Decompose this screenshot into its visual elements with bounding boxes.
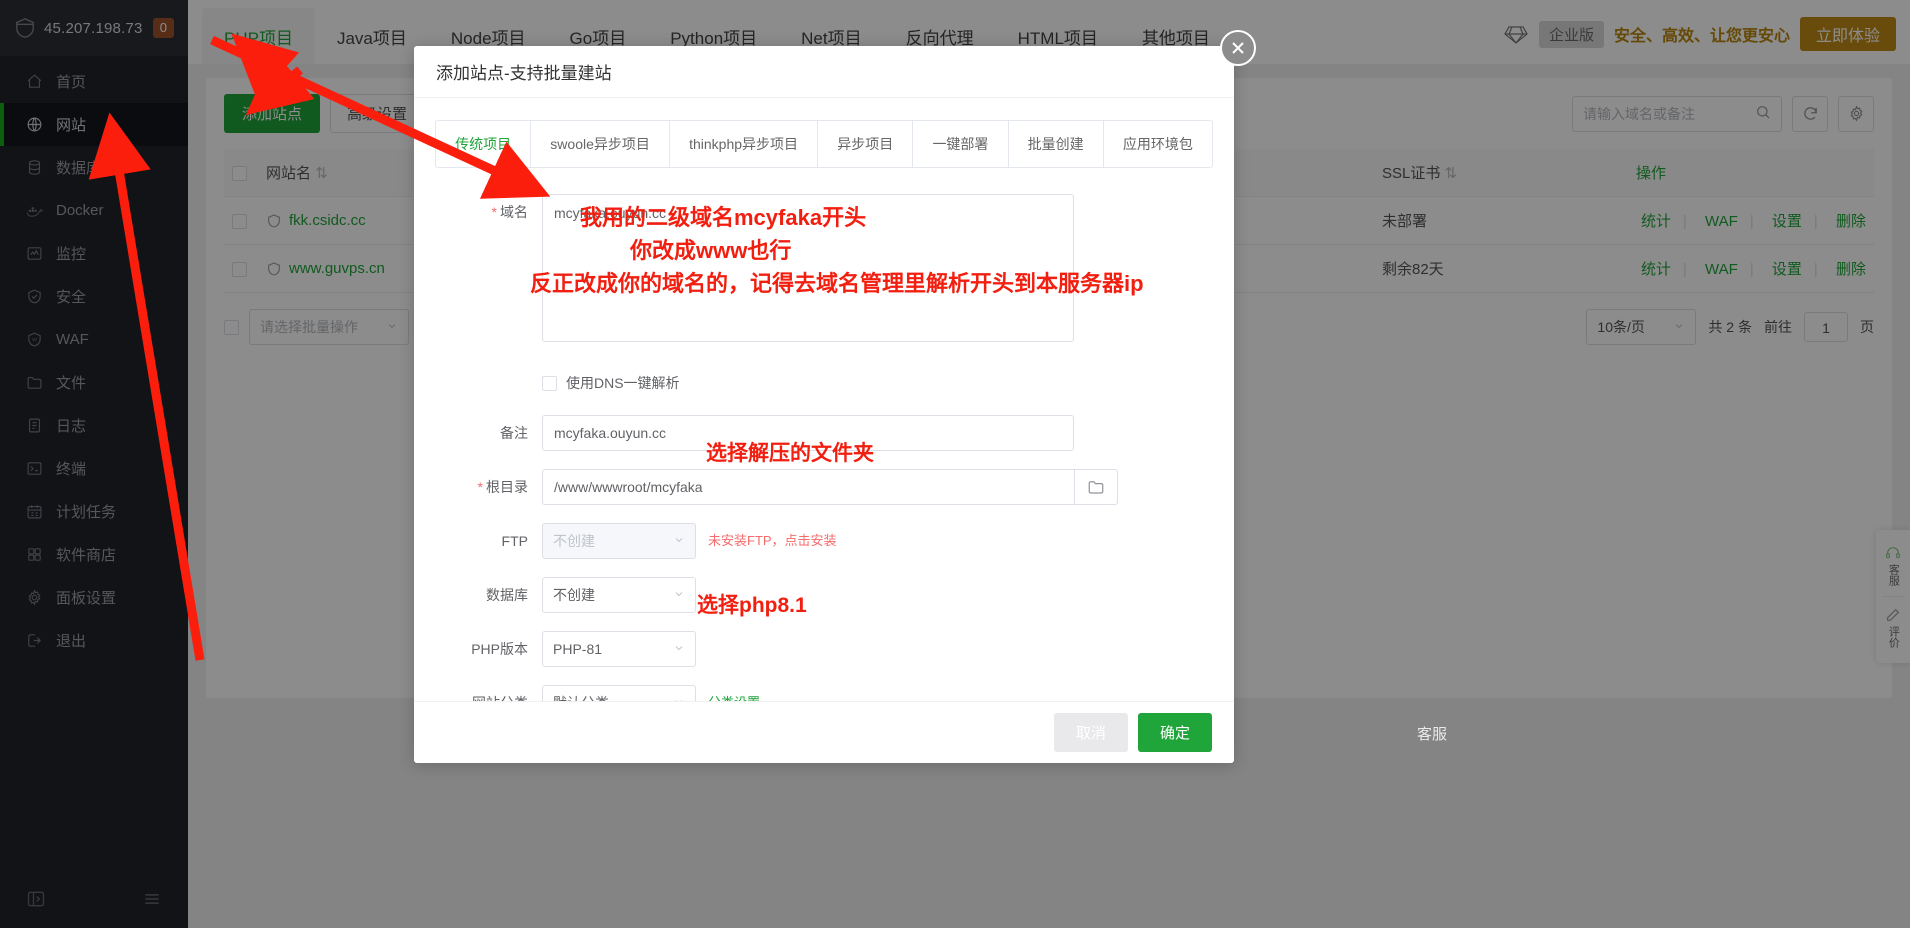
add-site-dialog: 添加站点-支持批量建站 传统项目 swoole异步项目 thinkphp异步项目… bbox=[414, 30, 1256, 763]
chevron-down-icon bbox=[673, 534, 685, 549]
ftp-select[interactable]: 不创建 bbox=[542, 523, 696, 559]
chevron-down-icon bbox=[673, 642, 685, 657]
dialog-tab-label: 应用环境包 bbox=[1122, 136, 1193, 152]
dialog-tab-label: thinkphp异步项目 bbox=[689, 136, 799, 152]
field-remark-label: 备注 bbox=[500, 425, 528, 441]
field-php-version-label: PHP版本 bbox=[471, 641, 528, 657]
confirm-button[interactable]: 确定 bbox=[1137, 713, 1212, 752]
field-php-version-row: PHP版本 PHP-81 bbox=[434, 631, 1214, 667]
database-value: 不创建 bbox=[553, 587, 595, 603]
field-ftp-control: 不创建 未安装FTP，点击安装 bbox=[542, 523, 1214, 559]
folder-open-icon[interactable] bbox=[1074, 469, 1118, 505]
field-php-version-control: PHP-81 bbox=[542, 631, 1214, 667]
field-category-label: 网站分类 bbox=[434, 685, 542, 701]
chevron-down-icon bbox=[673, 696, 685, 701]
dialog-tab-swoole[interactable]: swoole异步项目 bbox=[531, 121, 670, 167]
label-text: 根目录 bbox=[486, 479, 528, 495]
ftp-value: 不创建 bbox=[553, 533, 595, 549]
field-category-row: 网站分类 默认分类 分类设置 bbox=[434, 685, 1214, 701]
dialog-title: 添加站点-支持批量建站 bbox=[414, 46, 1234, 98]
field-dns-control: 使用DNS一键解析 bbox=[542, 365, 1214, 401]
dialog-footer: 取消 确定 bbox=[414, 701, 1234, 763]
field-remark-row: 备注 bbox=[434, 415, 1214, 451]
php-version-select[interactable]: PHP-81 bbox=[542, 631, 696, 667]
database-select[interactable]: 不创建 bbox=[542, 577, 696, 613]
dialog-tab-batch-create[interactable]: 批量创建 bbox=[1009, 121, 1104, 167]
label-text: 域名 bbox=[500, 204, 528, 220]
php-version-value: PHP-81 bbox=[553, 641, 603, 657]
close-icon[interactable] bbox=[1220, 30, 1256, 66]
field-database-label: 数据库 bbox=[486, 587, 528, 603]
field-domain-label: * 域名 bbox=[434, 194, 542, 230]
category-select[interactable]: 默认分类 bbox=[542, 685, 696, 701]
dialog-tab-one-click-deploy[interactable]: 一键部署 bbox=[913, 121, 1009, 167]
field-database-control: 不创建 bbox=[542, 577, 1214, 613]
category-settings-link[interactable]: 分类设置 bbox=[708, 685, 760, 701]
dialog-tab-async[interactable]: 异步项目 bbox=[818, 121, 914, 167]
cancel-button[interactable]: 取消 bbox=[1053, 713, 1128, 752]
field-database-row: 数据库 不创建 bbox=[434, 577, 1214, 613]
field-root-dir-control bbox=[542, 469, 1214, 505]
field-domain-row: * 域名 bbox=[434, 194, 1214, 347]
chevron-down-icon bbox=[673, 588, 685, 603]
field-root-dir-row: * 根目录 bbox=[434, 469, 1214, 505]
field-remark-control bbox=[542, 415, 1214, 451]
dialog-tab-label: 一键部署 bbox=[932, 136, 989, 152]
dialog-tab-label: 异步项目 bbox=[837, 136, 894, 152]
ftp-not-installed-note[interactable]: 未安装FTP，点击安装 bbox=[708, 523, 837, 559]
field-domain-control bbox=[542, 194, 1214, 347]
field-ftp-row: FTP 不创建 未安装FTP，点击安装 bbox=[434, 523, 1214, 559]
dialog-body: 传统项目 swoole异步项目 thinkphp异步项目 异步项目 一键部署 批… bbox=[414, 98, 1234, 701]
floating-service-label[interactable]: 客服 bbox=[1417, 723, 1447, 744]
required-marker: * bbox=[477, 479, 483, 495]
field-category-control: 默认分类 分类设置 bbox=[542, 685, 1214, 701]
dns-resolve-checkbox-row[interactable]: 使用DNS一键解析 bbox=[542, 365, 1214, 401]
dialog-tab-app-env-pack[interactable]: 应用环境包 bbox=[1104, 121, 1212, 167]
dialog-tab-thinkphp[interactable]: thinkphp异步项目 bbox=[670, 121, 819, 167]
required-marker: * bbox=[491, 204, 497, 220]
dns-resolve-checkbox[interactable] bbox=[542, 375, 557, 391]
field-ftp-label: FTP bbox=[501, 533, 528, 549]
dns-resolve-label: 使用DNS一键解析 bbox=[566, 375, 680, 391]
dialog-tab-traditional[interactable]: 传统项目 bbox=[436, 121, 532, 167]
field-root-dir-label: * 根目录 bbox=[434, 469, 542, 505]
root-dir-input[interactable] bbox=[542, 469, 1074, 505]
field-dns-row: 使用DNS一键解析 bbox=[434, 365, 1214, 401]
dialog-tab-label: 批量创建 bbox=[1027, 136, 1084, 152]
category-value: 默认分类 bbox=[553, 693, 609, 701]
dialog-tabs: 传统项目 swoole异步项目 thinkphp异步项目 异步项目 一键部署 批… bbox=[435, 120, 1213, 168]
domain-textarea[interactable] bbox=[542, 194, 1074, 342]
remark-input[interactable] bbox=[542, 415, 1074, 451]
dialog-tab-label: swoole异步项目 bbox=[550, 136, 650, 152]
dialog-tab-label: 传统项目 bbox=[455, 136, 512, 152]
